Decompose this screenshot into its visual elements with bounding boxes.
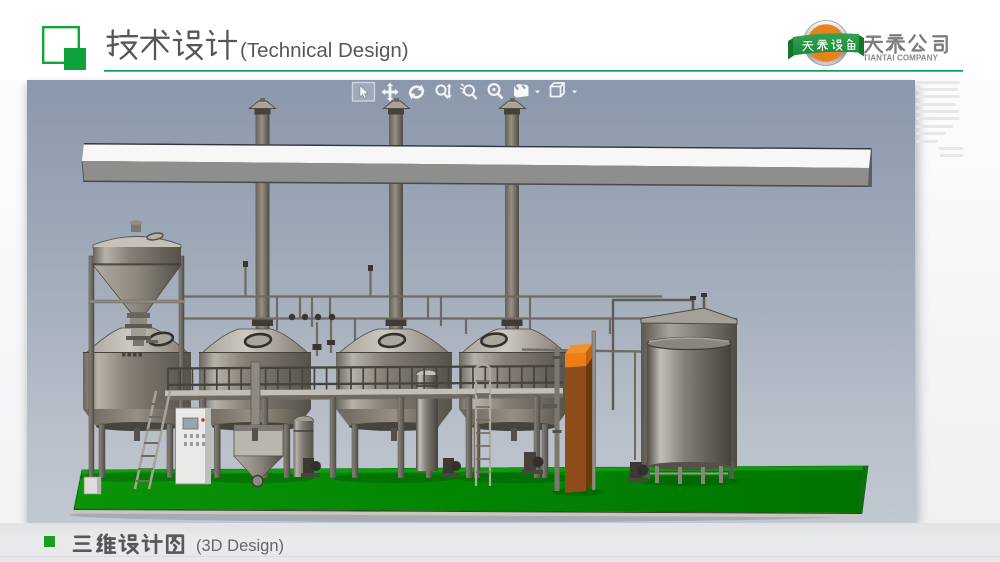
svg-text:(Technical Design): (Technical Design) (240, 39, 409, 62)
svg-text:(3D Design): (3D Design) (196, 537, 284, 555)
svg-text:TIANTAI COMPANY: TIANTAI COMPANY (863, 54, 939, 63)
